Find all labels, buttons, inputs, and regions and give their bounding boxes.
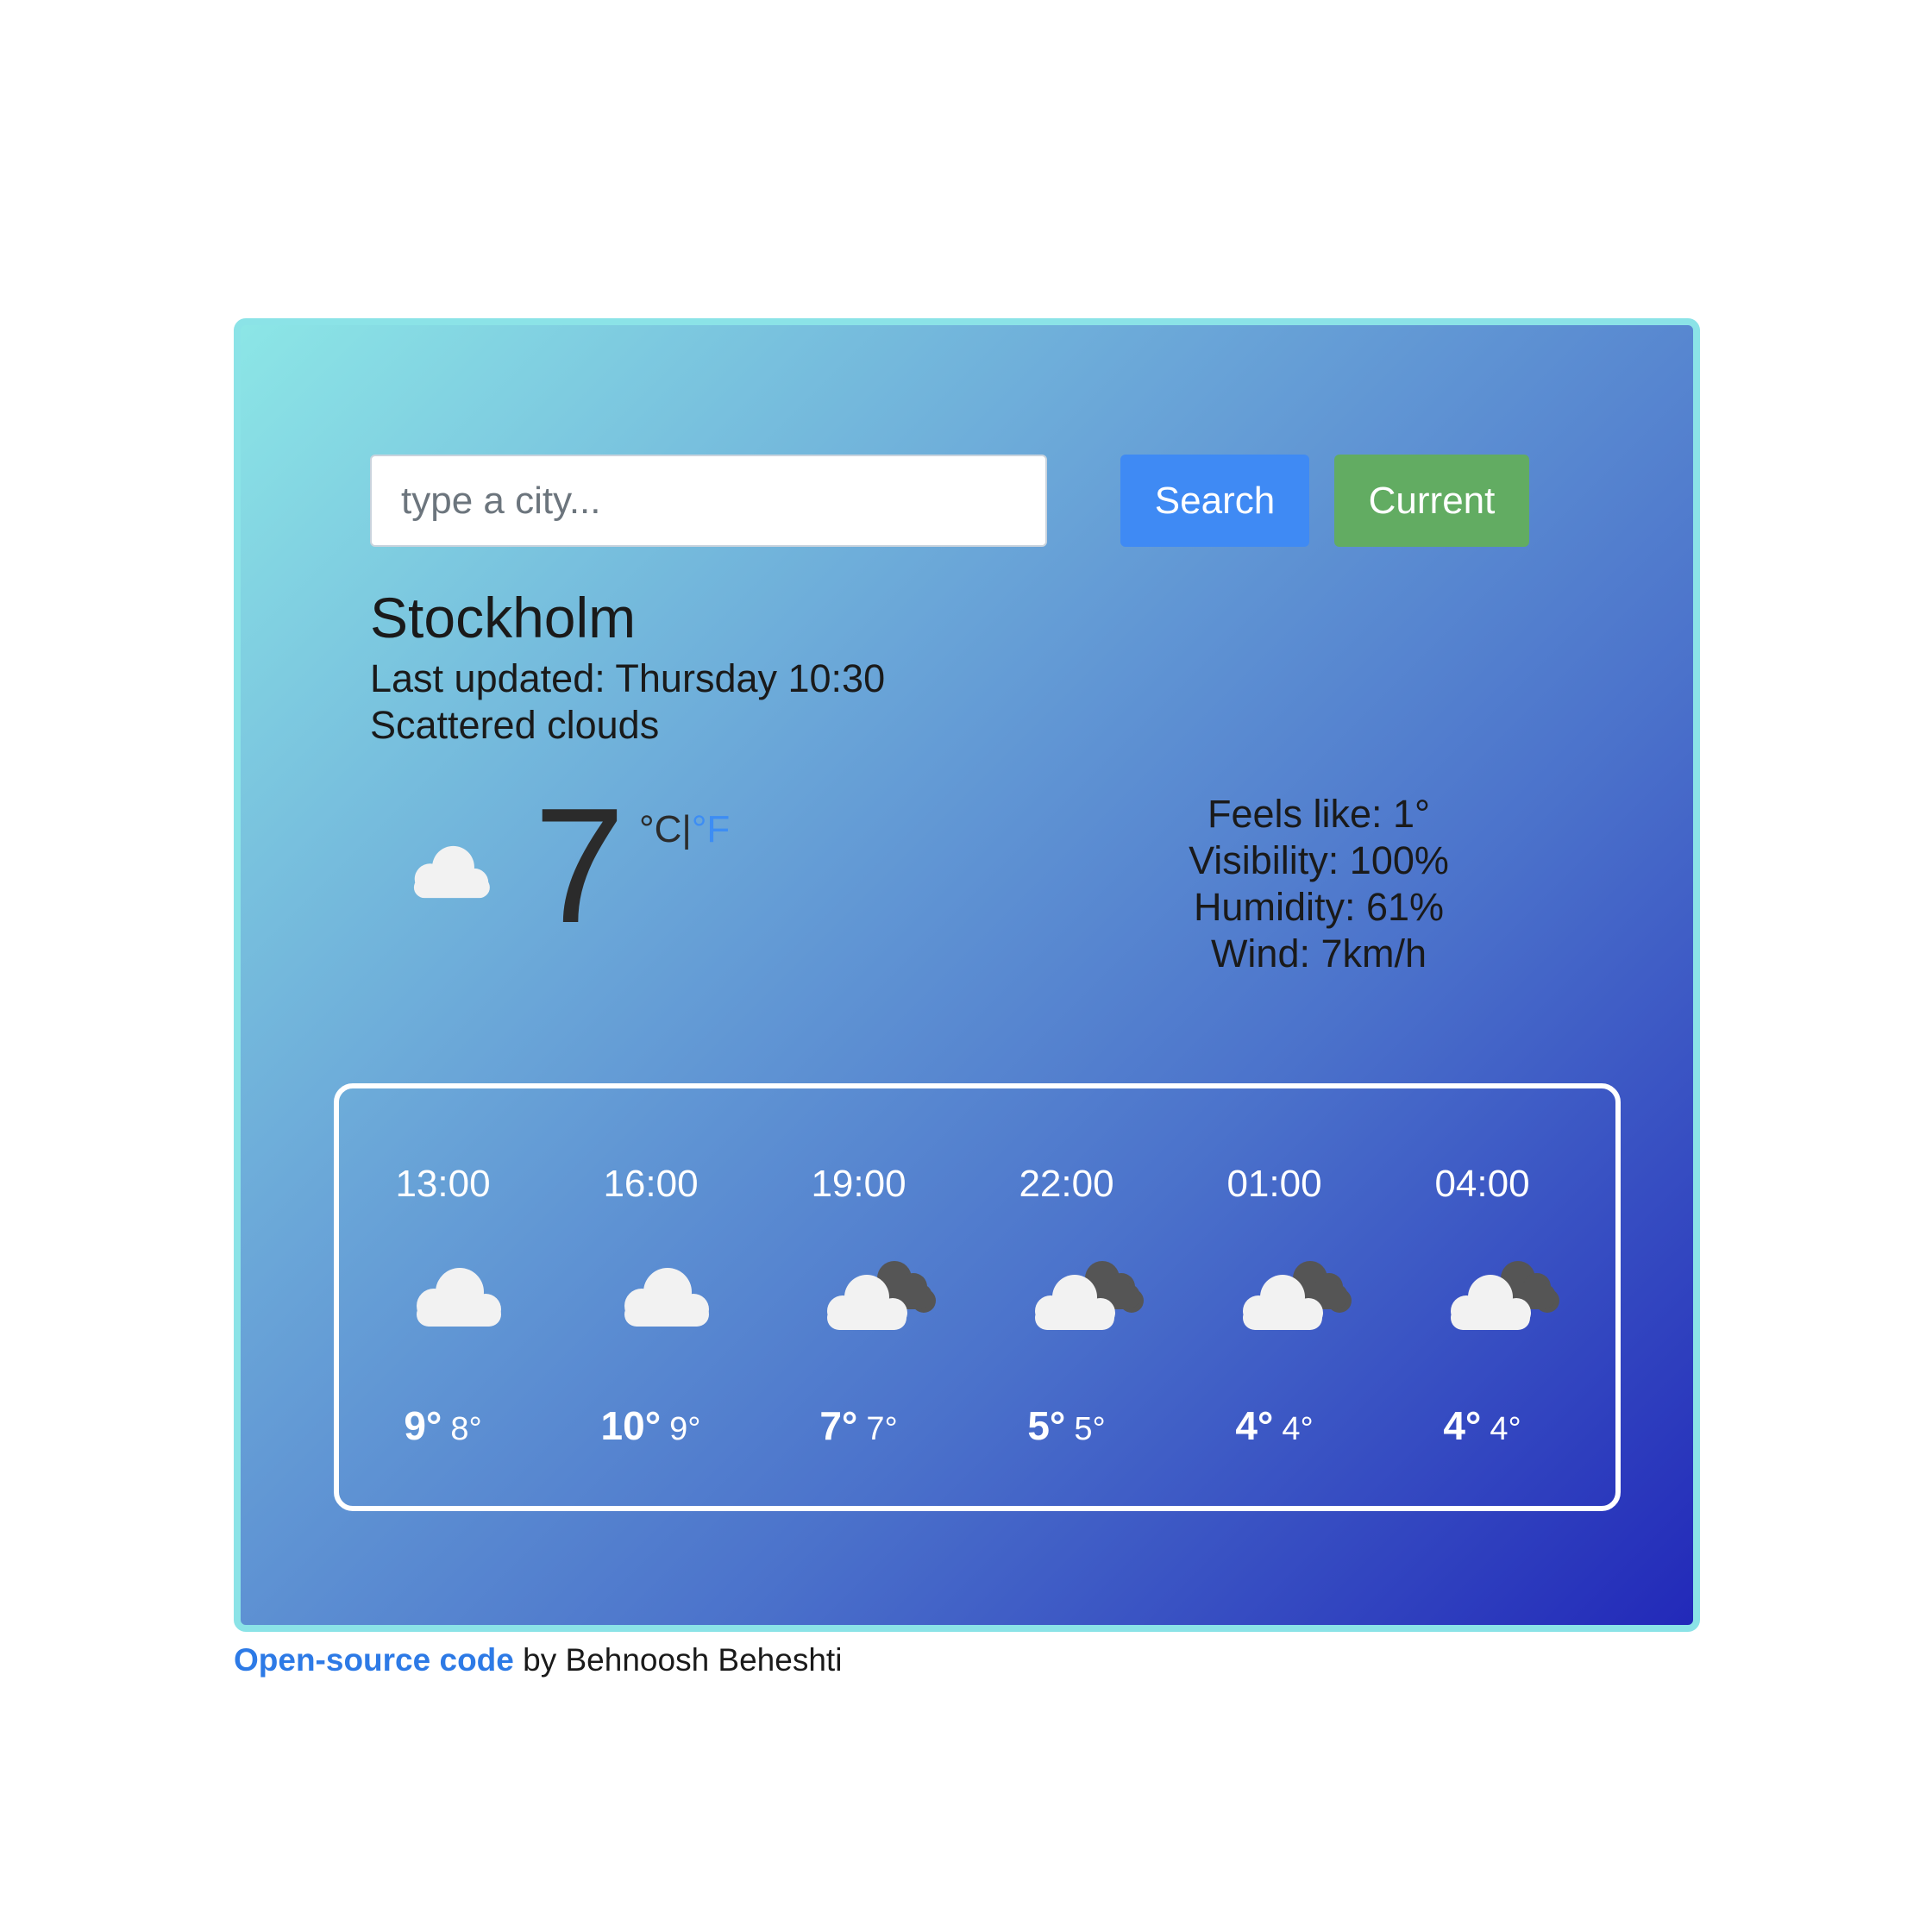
hourly-forecast: 13:00 9° 8° 16:00 10° 9° 19:00 7° 7° 22:…: [334, 1083, 1621, 1511]
unit-separator: |: [681, 808, 692, 850]
page: Search Current Stockholm Last updated: T…: [0, 0, 1932, 1932]
broken-clouds-icon: [1451, 1261, 1559, 1330]
forecast-item: 19:00 7° 7°: [755, 1088, 963, 1506]
footer-author-text: by Behnoosh Beheshti: [513, 1642, 843, 1678]
forecast-min-temp: 4°: [1490, 1411, 1521, 1447]
wind-text: Wind: 7km/h: [1210, 932, 1427, 975]
humidity-text: Humidity: 61%: [1193, 885, 1445, 929]
celsius-unit[interactable]: °C: [639, 808, 681, 850]
forecast-max-temp: 10°: [600, 1403, 662, 1448]
broken-clouds-icon: [1035, 1261, 1144, 1330]
forecast-min-temp: 9°: [669, 1411, 701, 1447]
city-search-input[interactable]: [370, 455, 1047, 547]
forecast-temps: 9° 8°: [339, 1402, 547, 1449]
forecast-time: 16:00: [603, 1163, 699, 1205]
forecast-max-temp: 5°: [1027, 1403, 1066, 1448]
cloud-icon: [417, 1268, 501, 1327]
current-temperature: 7: [534, 775, 625, 957]
current-location-button[interactable]: Current: [1334, 455, 1529, 547]
forecast-max-temp: 4°: [1443, 1403, 1482, 1448]
footer: Open-source code by Behnoosh Beheshti: [234, 1642, 842, 1678]
forecast-max-temp: 4°: [1235, 1403, 1274, 1448]
visibility-text: Visibility: 100%: [1189, 838, 1449, 882]
forecast-min-temp: 5°: [1074, 1411, 1106, 1447]
weather-details: Feels like: 1° Visibility: 100% Humidity…: [1146, 791, 1491, 977]
cloud-icon: [624, 1268, 709, 1327]
forecast-time: 22:00: [1019, 1163, 1114, 1205]
forecast-temps: 10° 9°: [547, 1402, 755, 1449]
forecast-time: 01:00: [1226, 1163, 1322, 1205]
broken-clouds-icon: [1243, 1261, 1352, 1330]
search-button[interactable]: Search: [1120, 455, 1309, 547]
forecast-item: 04:00 4° 4°: [1378, 1088, 1586, 1506]
feels-like-text: Feels like: 1°: [1207, 792, 1431, 836]
forecast-min-temp: 8°: [450, 1411, 482, 1447]
weather-app-card: Search Current Stockholm Last updated: T…: [234, 318, 1700, 1632]
forecast-min-temp: 7°: [866, 1411, 898, 1447]
forecast-time: 19:00: [811, 1163, 906, 1205]
forecast-temps: 4° 4°: [1378, 1402, 1586, 1449]
forecast-item: 13:00 9° 8°: [339, 1088, 547, 1506]
forecast-item: 01:00 4° 4°: [1170, 1088, 1378, 1506]
forecast-min-temp: 4°: [1282, 1411, 1314, 1447]
last-updated-text: Last updated: Thursday 10:30: [370, 656, 886, 700]
forecast-time: 04:00: [1434, 1163, 1530, 1205]
open-source-code-link[interactable]: Open-source code: [234, 1642, 514, 1678]
unit-toggle: °C|°F: [639, 808, 730, 851]
broken-clouds-icon: [827, 1261, 936, 1330]
weather-description: Scattered clouds: [370, 703, 660, 747]
forecast-max-temp: 9°: [404, 1403, 442, 1448]
forecast-temps: 7° 7°: [755, 1402, 963, 1449]
forecast-time: 13:00: [395, 1163, 491, 1205]
forecast-item: 16:00 10° 9°: [547, 1088, 755, 1506]
cloud-icon: [413, 845, 490, 899]
forecast-max-temp: 7°: [819, 1403, 858, 1448]
forecast-temps: 4° 4°: [1170, 1402, 1378, 1449]
city-name: Stockholm: [370, 586, 637, 649]
fahrenheit-unit-link[interactable]: °F: [692, 808, 730, 850]
forecast-item: 22:00 5° 5°: [963, 1088, 1170, 1506]
forecast-temps: 5° 5°: [963, 1402, 1170, 1449]
